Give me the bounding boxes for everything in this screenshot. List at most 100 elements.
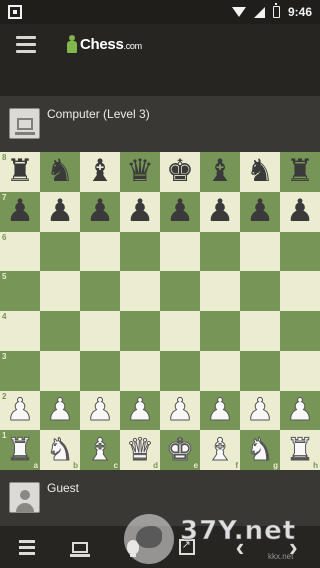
square-g8[interactable]: ♞ [240,152,280,192]
square-a8[interactable]: 8 ♜ [0,152,40,192]
chess-board[interactable]: 8 ♜ ♞ ♝ ♛ ♚ ♝ ♞ ♜ 7 ♟ ♟ ♟ ♟ ♟ ♟ ♟ ♟ 6 5 4 3 2 ♟ ♟ ♟ ♟ ♟ ♟ ♟ ♟ 1 a ♜ b ♞ c ♝ d ♛… [0,152,320,470]
moves-list-icon[interactable] [7,527,47,567]
white-knight-icon[interactable]: ♞ [246,434,275,466]
black-bishop-icon[interactable]: ♝ [206,156,234,187]
black-knight-icon[interactable]: ♞ [46,156,74,187]
square-c8[interactable]: ♝ [80,152,120,192]
square-d8[interactable]: ♛ [120,152,160,192]
square-f4[interactable] [200,311,240,351]
white-pawn-icon[interactable]: ♟ [286,394,315,426]
square-f5[interactable] [200,271,240,311]
square-c1[interactable]: c ♝ [80,430,120,470]
square-h6[interactable] [280,231,320,272]
expand-icon[interactable] [167,527,207,567]
square-d4[interactable] [120,311,160,351]
square-a2[interactable]: 2 ♟ [0,390,40,431]
square-b6[interactable] [40,231,80,272]
square-e2[interactable]: ♟ [160,390,200,431]
black-pawn-icon[interactable]: ♟ [166,196,194,227]
square-e3[interactable] [160,350,200,391]
square-d7[interactable]: ♟ [120,191,160,232]
square-f1[interactable]: f ♝ [200,430,240,470]
black-pawn-icon[interactable]: ♟ [6,196,34,227]
black-pawn-icon[interactable]: ♟ [246,196,274,227]
square-c7[interactable]: ♟ [80,191,120,232]
square-h3[interactable] [280,350,320,391]
square-b3[interactable] [40,350,80,391]
white-rook-icon[interactable]: ♜ [286,434,315,466]
square-c5[interactable] [80,271,120,311]
hint-bulb-icon[interactable] [113,527,153,567]
white-bishop-icon[interactable]: ♝ [206,434,235,466]
square-g3[interactable] [240,350,280,391]
square-e1[interactable]: e ♚ [160,430,200,470]
white-pawn-icon[interactable]: ♟ [166,394,195,426]
black-queen-icon[interactable]: ♛ [126,156,154,187]
square-g1[interactable]: g ♞ [240,430,280,470]
back-arrow-icon[interactable]: ‹ [220,527,260,567]
square-b2[interactable]: ♟ [40,390,80,431]
square-e5[interactable] [160,271,200,311]
black-pawn-icon[interactable]: ♟ [126,196,154,227]
square-a7[interactable]: 7 ♟ [0,191,40,232]
square-g2[interactable]: ♟ [240,390,280,431]
white-pawn-icon[interactable]: ♟ [6,394,35,426]
black-king-icon[interactable]: ♚ [166,156,194,187]
white-knight-icon[interactable]: ♞ [46,434,75,466]
white-bishop-icon[interactable]: ♝ [86,434,115,466]
square-d3[interactable] [120,350,160,391]
square-f2[interactable]: ♟ [200,390,240,431]
square-h8[interactable]: ♜ [280,152,320,192]
square-a3[interactable]: 3 [0,350,40,391]
black-pawn-icon[interactable]: ♟ [206,196,234,227]
square-e7[interactable]: ♟ [160,191,200,232]
square-c3[interactable] [80,350,120,391]
square-a6[interactable]: 6 [0,231,40,272]
square-c2[interactable]: ♟ [80,390,120,431]
square-g7[interactable]: ♟ [240,191,280,232]
square-h4[interactable] [280,311,320,351]
menu-icon[interactable] [6,24,46,64]
square-g4[interactable] [240,311,280,351]
square-f3[interactable] [200,350,240,391]
black-pawn-icon[interactable]: ♟ [46,196,74,227]
square-a1[interactable]: 1 a ♜ [0,430,40,470]
square-a5[interactable]: 5 [0,271,40,311]
square-h7[interactable]: ♟ [280,191,320,232]
white-pawn-icon[interactable]: ♟ [246,394,275,426]
square-c4[interactable] [80,311,120,351]
white-queen-icon[interactable]: ♛ [126,434,155,466]
square-f7[interactable]: ♟ [200,191,240,232]
black-rook-icon[interactable]: ♜ [286,156,314,187]
black-knight-icon[interactable]: ♞ [246,156,274,187]
square-h5[interactable] [280,271,320,311]
black-bishop-icon[interactable]: ♝ [86,156,114,187]
square-b1[interactable]: b ♞ [40,430,80,470]
square-a4[interactable]: 4 [0,311,40,351]
square-g5[interactable] [240,271,280,311]
square-d2[interactable]: ♟ [120,390,160,431]
square-g6[interactable] [240,231,280,272]
white-king-icon[interactable]: ♚ [166,434,195,466]
computer-options-icon[interactable] [60,527,100,567]
square-f8[interactable]: ♝ [200,152,240,192]
white-pawn-icon[interactable]: ♟ [86,394,115,426]
forward-arrow-icon[interactable]: › [273,527,313,567]
square-b4[interactable] [40,311,80,351]
square-b7[interactable]: ♟ [40,191,80,232]
square-b5[interactable] [40,271,80,311]
black-pawn-icon[interactable]: ♟ [86,196,114,227]
square-c6[interactable] [80,231,120,272]
white-pawn-icon[interactable]: ♟ [46,394,75,426]
square-b8[interactable]: ♞ [40,152,80,192]
square-e8[interactable]: ♚ [160,152,200,192]
square-f6[interactable] [200,231,240,272]
square-h2[interactable]: ♟ [280,390,320,431]
white-rook-icon[interactable]: ♜ [6,434,35,466]
square-e6[interactable] [160,231,200,272]
square-d6[interactable] [120,231,160,272]
square-h1[interactable]: h ♜ [280,430,320,470]
white-pawn-icon[interactable]: ♟ [206,394,235,426]
square-d1[interactable]: d ♛ [120,430,160,470]
white-pawn-icon[interactable]: ♟ [126,394,155,426]
